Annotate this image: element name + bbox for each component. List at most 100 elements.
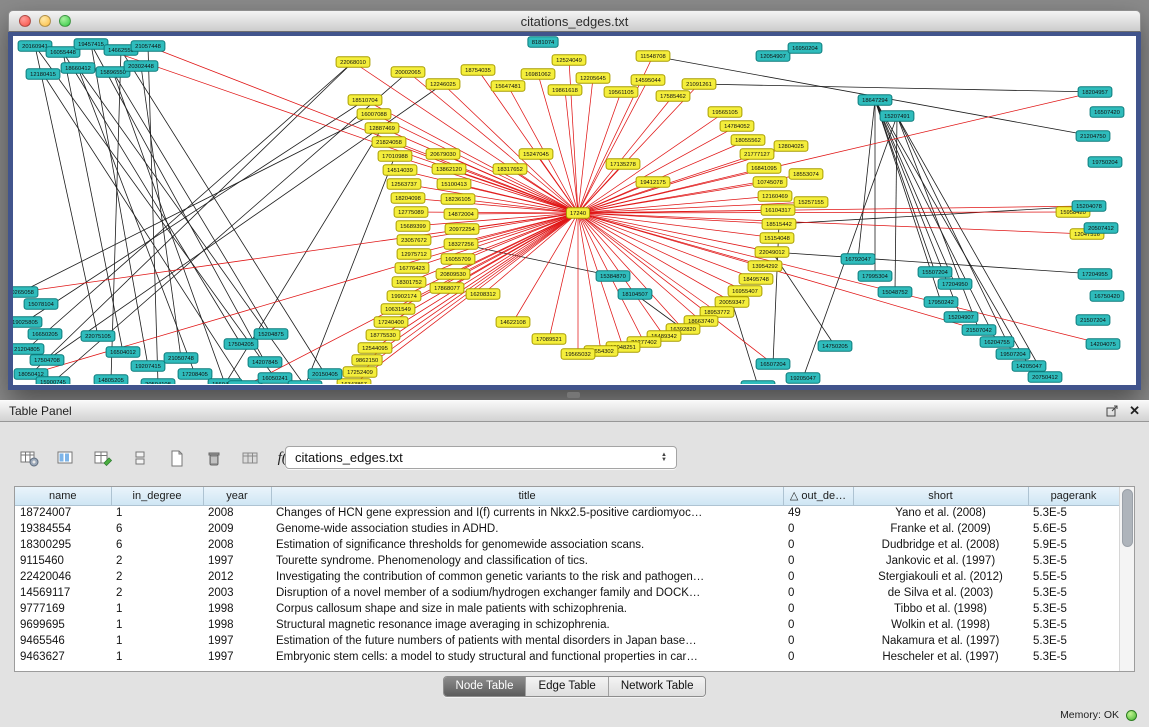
graph-node[interactable]: 12775089 bbox=[394, 207, 428, 218]
graph-node[interactable]: 18754035 bbox=[461, 65, 495, 76]
show-columns-icon[interactable] bbox=[51, 444, 81, 472]
network-canvas-svg[interactable]: 1724018510704160070881288746921824058170… bbox=[13, 36, 1136, 384]
graph-node[interactable]: 18647294 bbox=[858, 95, 892, 106]
cell-year[interactable]: 2003 bbox=[203, 585, 271, 601]
graph-node[interactable]: 15900745 bbox=[36, 377, 70, 384]
graph-edge-black[interactable] bbox=[91, 44, 265, 362]
graph-node[interactable]: 15647481 bbox=[491, 81, 525, 92]
graph-node[interactable]: 16104317 bbox=[761, 205, 795, 216]
cell-in-degree[interactable]: 1 bbox=[111, 633, 203, 649]
cell-pagerank[interactable]: 5.3E-5 bbox=[1028, 553, 1119, 569]
cell-short[interactable]: Franke et al. (2009) bbox=[853, 521, 1028, 537]
graph-edge-red[interactable] bbox=[578, 213, 601, 351]
graph-edge-red[interactable] bbox=[412, 213, 578, 268]
graph-edge-black[interactable] bbox=[779, 206, 1089, 224]
graph-node[interactable]: 18510704 bbox=[348, 95, 382, 106]
graph-node[interactable]: 19207415 bbox=[131, 361, 165, 372]
cell-name[interactable]: 14569117 bbox=[15, 585, 111, 601]
graph-node[interactable]: 21824058 bbox=[372, 137, 406, 148]
graph-node[interactable]: 13862120 bbox=[432, 164, 466, 175]
graph-node[interactable]: 19861618 bbox=[548, 85, 582, 96]
graph-node[interactable]: 12160469 bbox=[758, 191, 792, 202]
graph-node[interactable]: 15100413 bbox=[437, 179, 471, 190]
graph-node[interactable]: 12524049 bbox=[552, 55, 586, 66]
graph-node[interactable]: 16507420 bbox=[1090, 107, 1124, 118]
graph-node[interactable]: 14784052 bbox=[720, 121, 754, 132]
graph-node[interactable]: 18495748 bbox=[739, 274, 773, 285]
graph-node[interactable]: 19507204 bbox=[996, 349, 1030, 360]
cell-name[interactable]: 9463627 bbox=[15, 649, 111, 665]
column-header-title[interactable]: title bbox=[271, 487, 783, 505]
graph-node[interactable]: 17135278 bbox=[606, 159, 640, 170]
cell-short[interactable]: Dudbridge et al. (2008) bbox=[853, 537, 1028, 553]
graph-node[interactable]: 15204907 bbox=[944, 312, 978, 323]
graph-node[interactable]: 20002065 bbox=[391, 67, 425, 78]
graph-node[interactable]: 19457415 bbox=[74, 39, 108, 50]
float-panel-icon[interactable] bbox=[1106, 405, 1119, 417]
cell-out-degree[interactable]: 0 bbox=[783, 521, 853, 537]
cell-title[interactable]: Investigating the contribution of common… bbox=[271, 569, 783, 585]
graph-node[interactable]: 15204875 bbox=[254, 329, 288, 340]
graph-node[interactable]: 22049012 bbox=[755, 247, 789, 258]
cell-out-degree[interactable]: 49 bbox=[783, 505, 853, 521]
cell-out-degree[interactable]: 0 bbox=[783, 553, 853, 569]
graph-node[interactable]: 21091261 bbox=[682, 79, 716, 90]
table-row[interactable]: 2242004622012Investigating the contribut… bbox=[15, 569, 1119, 585]
graph-node[interactable]: 19025805 bbox=[13, 317, 42, 328]
graph-edge-black[interactable] bbox=[113, 72, 271, 334]
cell-in-degree[interactable]: 1 bbox=[111, 617, 203, 633]
graph-edge-red[interactable] bbox=[148, 46, 578, 213]
graph-edge-red[interactable] bbox=[461, 213, 578, 214]
tab-node-table[interactable]: Node Table bbox=[444, 677, 526, 696]
graph-edge-black[interactable] bbox=[148, 46, 158, 384]
graph-edge-black[interactable] bbox=[43, 74, 245, 384]
graph-node[interactable]: 9862150 bbox=[352, 355, 382, 366]
graph-node[interactable]: 16776423 bbox=[395, 263, 429, 274]
graph-node[interactable]: 16507204 bbox=[756, 359, 790, 370]
graph-node[interactable]: 18055562 bbox=[731, 135, 765, 146]
graph-node[interactable]: 18515442 bbox=[762, 219, 796, 230]
graph-node[interactable]: 19504205 bbox=[288, 381, 322, 384]
graph-edge-black[interactable] bbox=[78, 68, 195, 374]
cell-title[interactable]: Corpus callosum shape and size in male p… bbox=[271, 601, 783, 617]
cell-name[interactable]: 9699695 bbox=[15, 617, 111, 633]
graph-node[interactable]: 16950204 bbox=[788, 43, 822, 54]
graph-edge-black[interactable] bbox=[897, 116, 1045, 377]
graph-node[interactable]: 20972254 bbox=[445, 224, 479, 235]
graph-node[interactable]: 16343867 bbox=[337, 379, 371, 384]
graph-node[interactable]: 17208405 bbox=[178, 369, 212, 380]
graph-node[interactable]: 13954292 bbox=[748, 261, 782, 272]
graph-node[interactable]: 18317652 bbox=[493, 164, 527, 175]
graph-node[interactable]: 18301752 bbox=[392, 277, 426, 288]
cell-title[interactable]: Estimation of the future numbers of pati… bbox=[271, 633, 783, 649]
graph-node[interactable]: 20407515 bbox=[741, 381, 775, 384]
graph-edge-red[interactable] bbox=[578, 213, 1087, 234]
cell-title[interactable]: Disruption of a novel member of a sodium… bbox=[271, 585, 783, 601]
graph-node[interactable]: 17504205 bbox=[224, 339, 258, 350]
cell-in-degree[interactable]: 1 bbox=[111, 601, 203, 617]
graph-node[interactable]: 21204805 bbox=[13, 344, 44, 355]
graph-edge-red[interactable] bbox=[578, 213, 683, 329]
graph-node[interactable]: 21204750 bbox=[1076, 131, 1110, 142]
cell-short[interactable]: Jankovic et al. (1997) bbox=[853, 553, 1028, 569]
graph-node[interactable]: 15204078 bbox=[1072, 201, 1106, 212]
graph-node[interactable]: 18236105 bbox=[441, 194, 475, 205]
column-header-name[interactable]: name bbox=[15, 487, 111, 505]
graph-node[interactable]: 14622108 bbox=[496, 317, 530, 328]
cell-out-degree[interactable]: 0 bbox=[783, 649, 853, 665]
graph-edge-black[interactable] bbox=[25, 100, 365, 322]
cell-title[interactable]: Changes of HCN gene expression and I(f) … bbox=[271, 505, 783, 521]
cell-out-degree[interactable]: 0 bbox=[783, 601, 853, 617]
new-table-icon[interactable] bbox=[162, 444, 192, 472]
cell-title[interactable]: Structural magnetic resonance image aver… bbox=[271, 617, 783, 633]
graph-node[interactable]: 21507204 bbox=[1076, 315, 1110, 326]
graph-node[interactable]: 20265058 bbox=[13, 287, 38, 298]
graph-node[interactable]: 17504708 bbox=[30, 355, 64, 366]
graph-node[interactable]: 22068010 bbox=[336, 57, 370, 68]
cell-pagerank[interactable]: 5.3E-5 bbox=[1028, 505, 1119, 521]
graph-node[interactable]: 14750205 bbox=[818, 341, 852, 352]
graph-node[interactable]: 14205047 bbox=[1012, 361, 1046, 372]
graph-edge-black[interactable] bbox=[858, 100, 875, 259]
graph-node[interactable]: 18104507 bbox=[618, 289, 652, 300]
cell-title[interactable]: Genome-wide association studies in ADHD. bbox=[271, 521, 783, 537]
